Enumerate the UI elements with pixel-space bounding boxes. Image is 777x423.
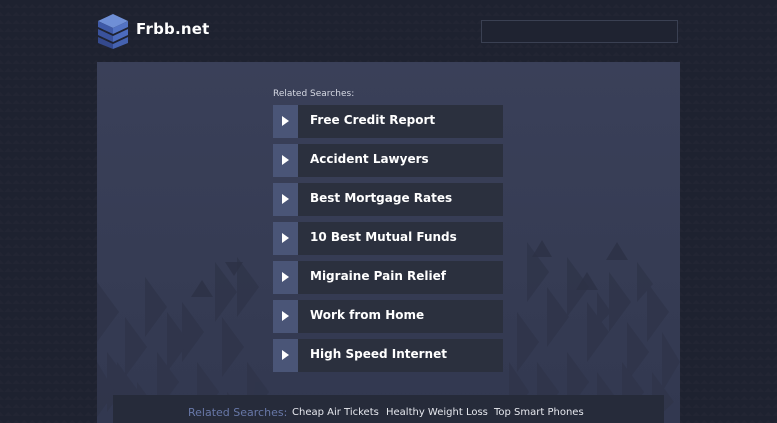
search-input[interactable] <box>481 20 678 43</box>
footer-related-bar: Related Searches: Cheap Air Tickets Heal… <box>113 395 664 423</box>
link-body[interactable]: High Speed Internet <box>298 339 503 372</box>
link-label[interactable]: Migraine Pain Relief <box>310 269 446 283</box>
footer-link-cheap-air-tickets[interactable]: Cheap Air Tickets <box>292 407 379 418</box>
play-arrow-icon <box>273 183 298 216</box>
link-label[interactable]: Free Credit Report <box>310 113 435 127</box>
related-link-work-from-home[interactable]: Work from Home <box>273 300 503 333</box>
related-link-high-speed-internet[interactable]: High Speed Internet <box>273 339 503 372</box>
link-label[interactable]: High Speed Internet <box>310 347 447 361</box>
link-body[interactable]: Best Mortgage Rates <box>298 183 503 216</box>
main-panel: Related Searches: Free Credit Report Acc… <box>97 62 680 423</box>
related-links-list: Free Credit Report Accident Lawyers Best… <box>273 105 503 378</box>
play-arrow-icon <box>273 261 298 294</box>
play-arrow-icon <box>273 222 298 255</box>
site-name[interactable]: Frbb.net <box>136 20 209 38</box>
link-label[interactable]: Accident Lawyers <box>310 152 429 166</box>
link-body[interactable]: Accident Lawyers <box>298 144 503 177</box>
related-searches-label: Related Searches: <box>273 89 355 99</box>
footer-link-healthy-weight-loss[interactable]: Healthy Weight Loss <box>386 407 488 418</box>
play-arrow-icon <box>273 144 298 177</box>
link-body[interactable]: 10 Best Mutual Funds <box>298 222 503 255</box>
play-arrow-icon <box>273 105 298 138</box>
link-body[interactable]: Work from Home <box>298 300 503 333</box>
link-label[interactable]: Best Mortgage Rates <box>310 191 452 205</box>
related-link-best-mortgage-rates[interactable]: Best Mortgage Rates <box>273 183 503 216</box>
related-link-mutual-funds[interactable]: 10 Best Mutual Funds <box>273 222 503 255</box>
header: Frbb.net <box>0 0 777 62</box>
footer-related-label: Related Searches: <box>188 406 288 419</box>
play-arrow-icon <box>273 300 298 333</box>
link-label[interactable]: 10 Best Mutual Funds <box>310 230 457 244</box>
related-link-accident-lawyers[interactable]: Accident Lawyers <box>273 144 503 177</box>
related-link-migraine-pain-relief[interactable]: Migraine Pain Relief <box>273 261 503 294</box>
link-body[interactable]: Migraine Pain Relief <box>298 261 503 294</box>
play-arrow-icon <box>273 339 298 372</box>
link-label[interactable]: Work from Home <box>310 308 424 322</box>
related-link-free-credit-report[interactable]: Free Credit Report <box>273 105 503 138</box>
link-body[interactable]: Free Credit Report <box>298 105 503 138</box>
footer-link-top-smart-phones[interactable]: Top Smart Phones <box>494 407 584 418</box>
stacked-layers-icon[interactable] <box>96 12 130 50</box>
